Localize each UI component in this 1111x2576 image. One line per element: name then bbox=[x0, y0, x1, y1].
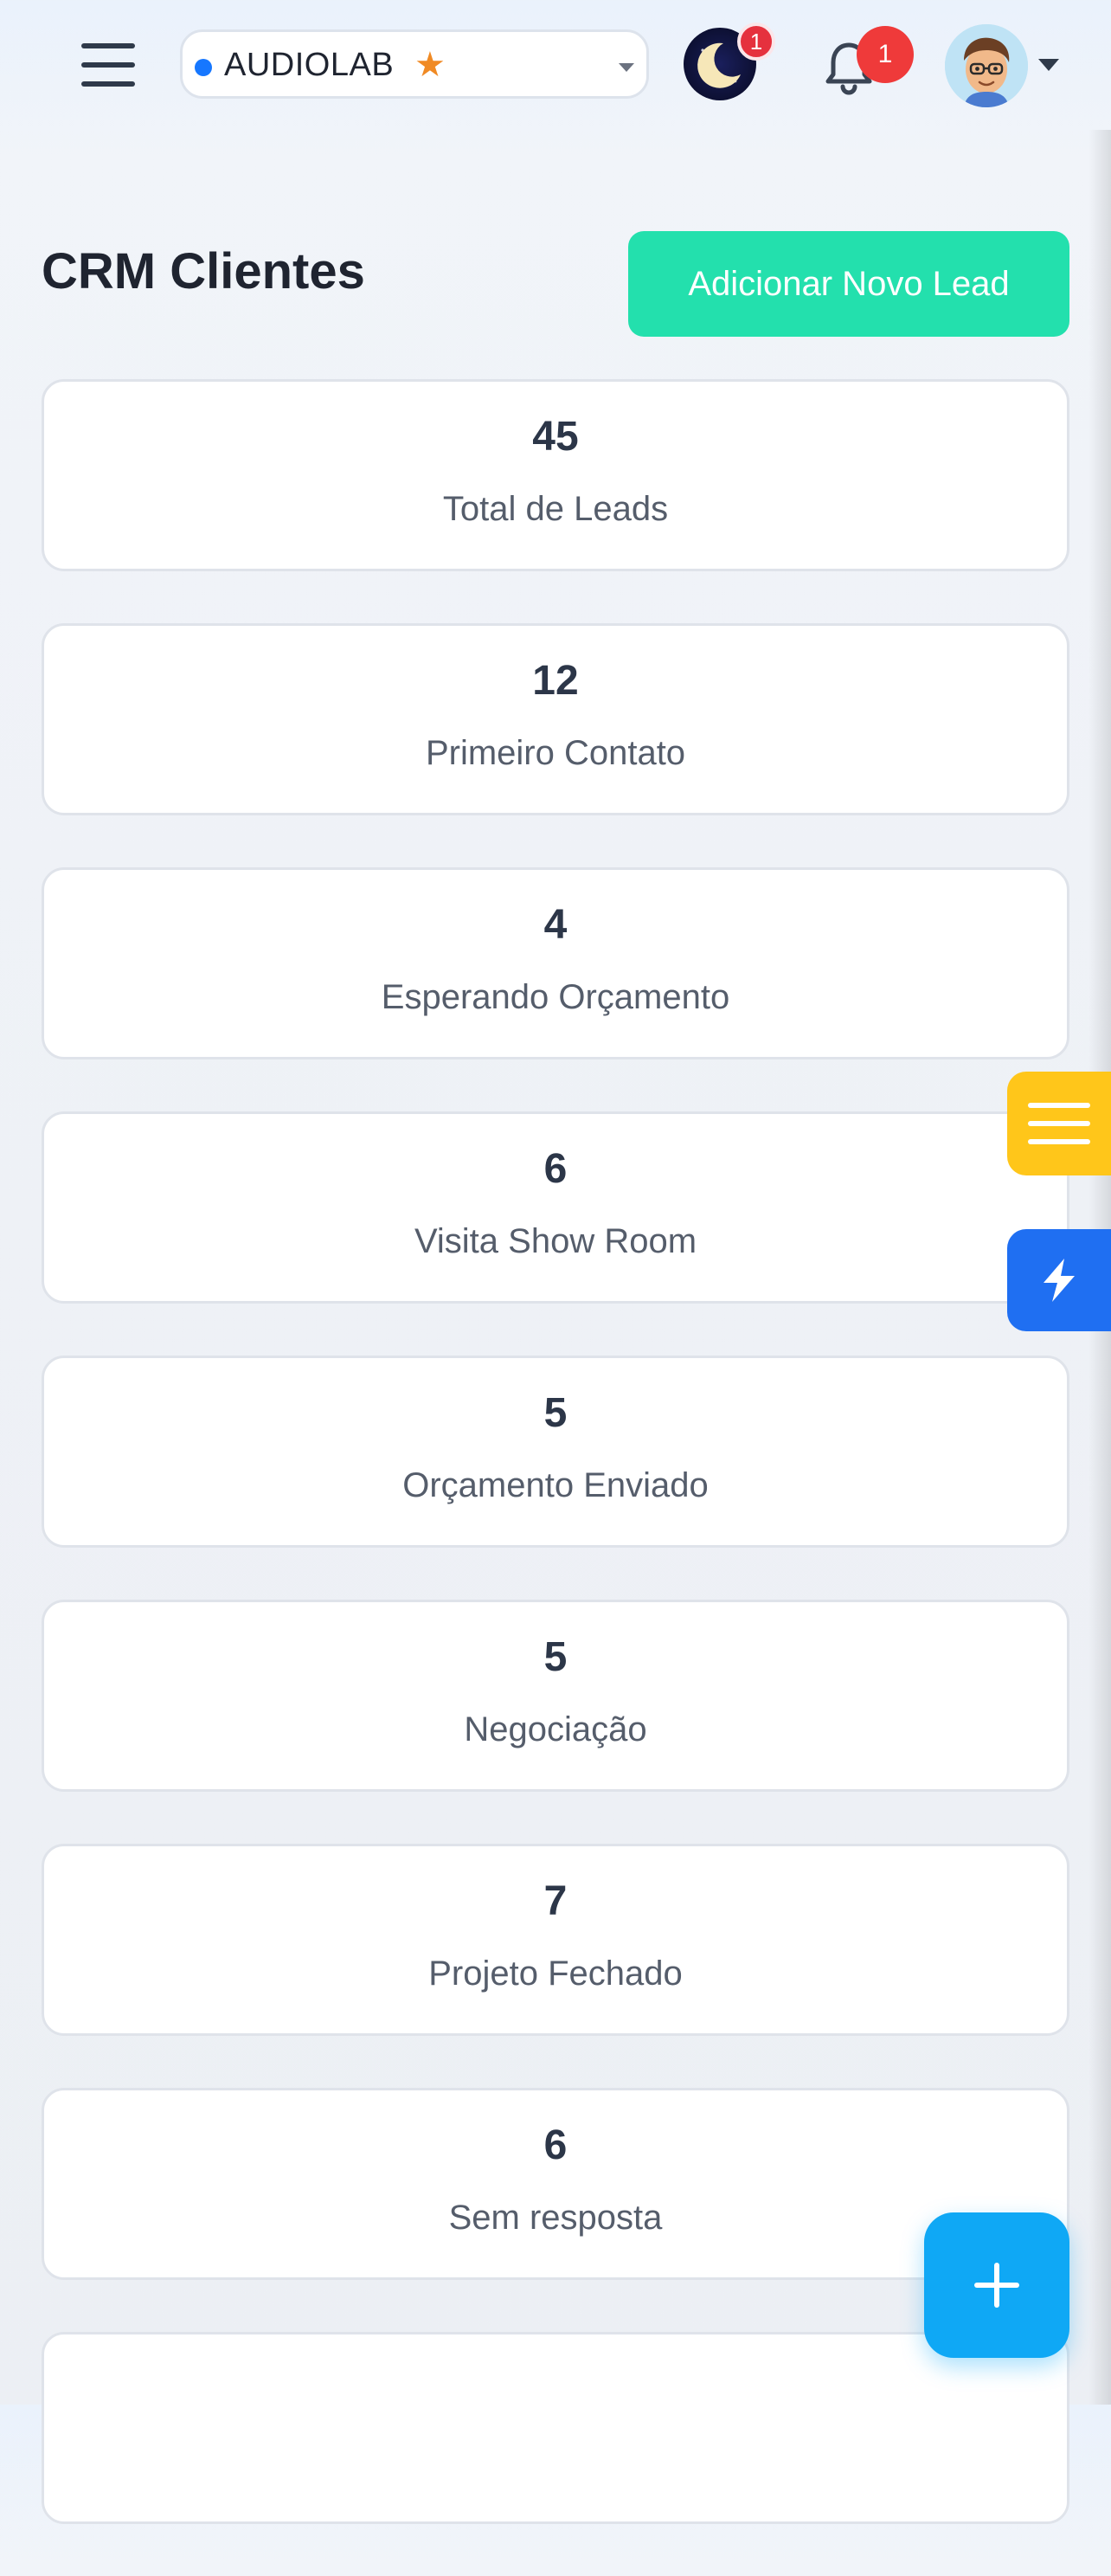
top-navbar: AUDIOLAB ★ 1 1 bbox=[0, 0, 1111, 130]
favorite-star-icon: ★ bbox=[414, 46, 446, 84]
lightning-bolt-icon[interactable] bbox=[1007, 1229, 1111, 1331]
stat-value: 4 bbox=[543, 902, 568, 948]
lightning-glyph bbox=[1044, 1259, 1075, 1302]
hamburger-line bbox=[81, 43, 135, 48]
stat-label: Negociação bbox=[464, 1710, 647, 1748]
stat-card-projeto-fechado: 7 Projeto Fechado bbox=[42, 1844, 1069, 2036]
hamburger-menu-icon[interactable] bbox=[81, 43, 135, 87]
stat-value: 12 bbox=[532, 658, 579, 704]
stat-card-orcamento-enviado: 5 Orçamento Enviado bbox=[42, 1356, 1069, 1548]
stats-list: 45 Total de Leads 12 Primeiro Contato 4 … bbox=[42, 379, 1069, 2576]
stat-label: Total de Leads bbox=[442, 490, 669, 528]
hamburger-line bbox=[81, 62, 135, 68]
avatar-face-icon bbox=[945, 24, 1028, 107]
stat-card-negociacao: 5 Negociação bbox=[42, 1600, 1069, 1792]
add-new-lead-button[interactable]: Adicionar Novo Lead bbox=[628, 231, 1069, 337]
avatar[interactable] bbox=[945, 24, 1028, 107]
notification-badge: 1 bbox=[857, 26, 914, 83]
menu-line bbox=[1028, 1103, 1090, 1108]
stat-card-total-leads: 45 Total de Leads bbox=[42, 379, 1069, 571]
stat-card-sem-resposta: 6 Sem resposta bbox=[42, 2088, 1069, 2280]
stat-card-partial bbox=[42, 2332, 1069, 2524]
stat-label: Primeiro Contato bbox=[425, 734, 686, 772]
stat-card-esperando-orcamento: 4 Esperando Orçamento bbox=[42, 867, 1069, 1059]
stat-value: 5 bbox=[543, 1390, 568, 1436]
stat-label: Sem resposta bbox=[448, 2199, 663, 2237]
company-status-dot bbox=[195, 59, 212, 76]
chevron-down-icon[interactable] bbox=[1038, 59, 1059, 71]
stat-value: 45 bbox=[532, 414, 579, 460]
stat-card-primeiro-contato: 12 Primeiro Contato bbox=[42, 623, 1069, 815]
plus-bar bbox=[994, 2263, 999, 2308]
company-name: AUDIOLAB bbox=[224, 47, 395, 83]
theme-badge: 1 bbox=[737, 23, 775, 61]
hamburger-line bbox=[81, 81, 135, 87]
menu-line bbox=[1028, 1121, 1090, 1126]
page-title: CRM Clientes bbox=[42, 243, 365, 299]
chevron-down-icon bbox=[619, 63, 634, 72]
stat-label: Orçamento Enviado bbox=[402, 1466, 709, 1504]
stat-label: Visita Show Room bbox=[414, 1222, 697, 1260]
company-selector[interactable]: AUDIOLAB ★ bbox=[180, 29, 649, 99]
stat-card-visita-show-room: 6 Visita Show Room bbox=[42, 1111, 1069, 1304]
stat-value: 5 bbox=[543, 1634, 568, 1680]
menu-line bbox=[1028, 1139, 1090, 1144]
stat-label: Esperando Orçamento bbox=[381, 978, 730, 1016]
stat-value: 7 bbox=[543, 1878, 568, 1924]
plus-icon[interactable] bbox=[924, 2212, 1069, 2358]
stat-value: 6 bbox=[543, 1146, 568, 1192]
stat-value: 6 bbox=[543, 2122, 568, 2168]
menu-lines-icon[interactable] bbox=[1007, 1072, 1111, 1175]
stat-label: Projeto Fechado bbox=[428, 1955, 683, 1993]
